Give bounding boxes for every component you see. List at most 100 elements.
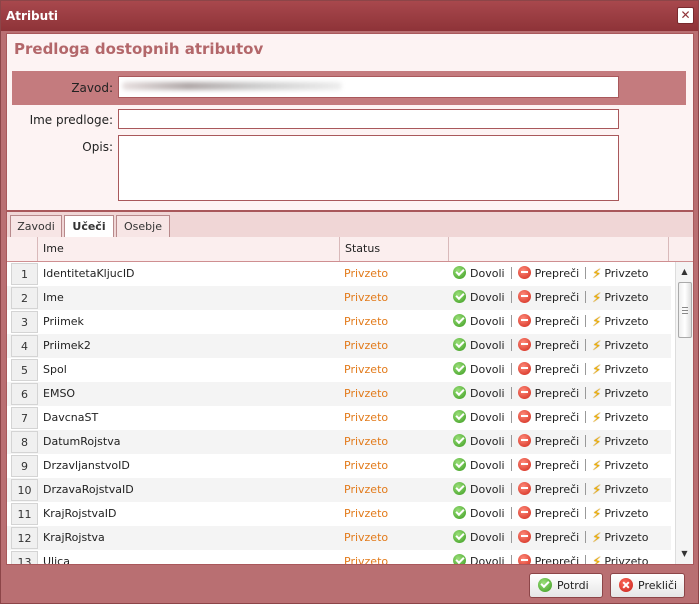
default-label: Privzeto — [604, 291, 649, 304]
title-bar[interactable]: Atributi ✕ — [1, 1, 698, 31]
header-ime[interactable]: Ime — [38, 237, 340, 261]
allow-label: Dovoli — [470, 531, 505, 544]
separator — [585, 483, 587, 495]
close-icon[interactable]: ✕ — [677, 7, 694, 24]
default-action[interactable]: ⚡ Privzeto — [592, 430, 648, 455]
deny-action[interactable]: Prepreči — [517, 550, 579, 564]
default-action[interactable]: ⚡ Privzeto — [592, 358, 648, 383]
allow-action[interactable]: Dovoli — [453, 262, 505, 286]
allow-action[interactable]: Dovoli — [453, 526, 505, 550]
row-number: 6 — [11, 383, 38, 405]
vertical-scrollbar[interactable]: ▲ ▼ — [675, 262, 693, 564]
main-panel: Predloga dostopnih atributov Zavod: Ime … — [6, 33, 694, 565]
zavod-field[interactable] — [118, 76, 619, 98]
separator — [585, 555, 587, 564]
row-ime: Ime — [43, 291, 64, 304]
ime-predloge-field[interactable] — [118, 109, 619, 129]
allow-label: Dovoli — [470, 411, 505, 424]
table-row[interactable]: 10 DrzavaRojstvaID Privzeto Dovoli Prepreči ⚡… — [7, 478, 671, 502]
allow-action[interactable]: Dovoli — [453, 286, 505, 310]
deny-action[interactable]: Prepreči — [517, 262, 580, 286]
redacted-value — [122, 82, 342, 90]
allow-action[interactable]: Dovoli — [453, 310, 505, 334]
separator — [510, 291, 512, 303]
allow-action[interactable]: Dovoli — [453, 406, 505, 430]
row-number: 5 — [11, 359, 38, 381]
table-row[interactable]: 11 KrajRojstvaID Privzeto Dovoli Prepreči ⚡ Pr… — [7, 502, 671, 526]
deny-action[interactable]: Prepreči — [517, 286, 579, 310]
default-action[interactable]: ⚡ Privzeto — [592, 262, 648, 287]
table-row[interactable]: 2 Ime Privzeto Dovoli Prepreči ⚡ Privzeto — [7, 286, 671, 310]
separator — [585, 291, 587, 303]
table-row[interactable]: 13 Ulica Privzeto Dovoli Prepreči ⚡ Privzeto — [7, 550, 671, 564]
dialog-window: Atributi ✕ Predloga dostopnih atributov … — [0, 0, 699, 604]
lightning-icon: ⚡ — [592, 435, 602, 450]
table-row[interactable]: 4 Priimek2 Privzeto Dovoli Prepreči ⚡ Privzeto — [7, 334, 671, 358]
deny-action[interactable]: Prepreči — [517, 430, 580, 454]
deny-action[interactable]: Prepreči — [517, 406, 579, 430]
allow-action[interactable]: Dovoli — [453, 382, 505, 406]
deny-action[interactable]: Prepreči — [517, 454, 579, 478]
default-action[interactable]: ⚡ Privzeto — [592, 502, 648, 527]
allow-action[interactable]: Dovoli — [453, 478, 505, 502]
default-action[interactable]: ⚡ Privzeto — [592, 286, 648, 311]
scroll-down-icon[interactable]: ▼ — [676, 546, 693, 562]
table-row[interactable]: 1 IdentitetaKljucID Privzeto Dovoli Prepreči… — [7, 262, 671, 286]
separator — [585, 507, 587, 519]
scroll-up-icon[interactable]: ▲ — [676, 264, 693, 280]
deny-action[interactable]: Prepreči — [517, 310, 579, 334]
cancel-button[interactable]: Prekliči — [610, 573, 685, 598]
table-row[interactable]: 3 Priimek Privzeto Dovoli Prepreči ⚡ Privzeto — [7, 310, 671, 334]
check-icon — [538, 578, 552, 592]
row-actions: Dovoli Prepreči ⚡ Privzeto — [453, 454, 648, 478]
deny-action[interactable]: Prepreči — [517, 334, 579, 358]
default-action[interactable]: ⚡ Privzeto — [592, 478, 648, 503]
check-icon — [453, 290, 466, 303]
default-action[interactable]: ⚡ Privzeto — [592, 550, 648, 564]
check-icon — [453, 386, 466, 399]
default-label: Privzeto — [604, 363, 649, 376]
default-action[interactable]: ⚡ Privzeto — [592, 310, 648, 335]
default-label: Privzeto — [604, 435, 649, 448]
default-label: Privzeto — [604, 507, 649, 520]
allow-action[interactable]: Dovoli — [453, 334, 505, 358]
deny-action[interactable]: Prepreči — [517, 502, 579, 526]
allow-action[interactable]: Dovoli — [453, 430, 505, 454]
row-status: Privzeto — [344, 459, 389, 472]
default-action[interactable]: ⚡ Privzeto — [592, 406, 648, 431]
row-ime: Priimek — [43, 315, 84, 328]
deny-action[interactable]: Prepreči — [517, 382, 579, 406]
default-action[interactable]: ⚡ Privzeto — [592, 454, 648, 479]
table-row[interactable]: 7 DavcnaST Privzeto Dovoli Prepreči ⚡ Privzeto — [7, 406, 671, 430]
header-status[interactable]: Status — [340, 237, 449, 261]
deny-action[interactable]: Prepreči — [517, 526, 579, 550]
row-number: 7 — [11, 407, 38, 429]
deny-action[interactable]: Prepreči — [517, 478, 579, 502]
allow-action[interactable]: Dovoli — [453, 454, 505, 478]
default-action[interactable]: ⚡ Privzeto — [592, 382, 648, 407]
tab-zavodi[interactable]: Zavodi — [10, 215, 62, 239]
row-ime: DatumRojstva — [43, 435, 121, 448]
tab-osebje[interactable]: Osebje — [116, 215, 170, 239]
table-row[interactable]: 9 DrzavljanstvoID Privzeto Dovoli Prepreči ⚡ P… — [7, 454, 671, 478]
allow-action[interactable]: Dovoli — [453, 550, 505, 564]
default-action[interactable]: ⚡ Privzeto — [592, 334, 648, 359]
table-row[interactable]: 5 Spol Privzeto Dovoli Prepreči ⚡ Privzeto — [7, 358, 671, 382]
confirm-button[interactable]: Potrdi — [529, 573, 603, 598]
scroll-thumb[interactable] — [678, 282, 692, 338]
separator — [510, 363, 512, 375]
deny-action[interactable]: Prepreči — [517, 358, 579, 382]
row-ime: DrzavaRojstvaID — [43, 483, 134, 496]
default-action[interactable]: ⚡ Privzeto — [592, 526, 648, 551]
allow-action[interactable]: Dovoli — [453, 358, 505, 382]
allow-action[interactable]: Dovoli — [453, 502, 505, 526]
table-row[interactable]: 12 KrajRojstva Privzeto Dovoli Prepreči ⚡ Priv… — [7, 526, 671, 550]
grid-header: Ime Status — [7, 237, 693, 262]
opis-textarea[interactable] — [118, 135, 619, 201]
row-ime: DavcnaST — [43, 411, 99, 424]
deny-label: Prepreči — [534, 267, 580, 280]
row-number: 3 — [11, 311, 38, 333]
table-row[interactable]: 8 DatumRojstva Privzeto Dovoli Prepreči ⚡ Priv… — [7, 430, 671, 454]
deny-label: Prepreči — [534, 435, 580, 448]
table-row[interactable]: 6 EMSO Privzeto Dovoli Prepreči ⚡ Privzeto — [7, 382, 671, 406]
